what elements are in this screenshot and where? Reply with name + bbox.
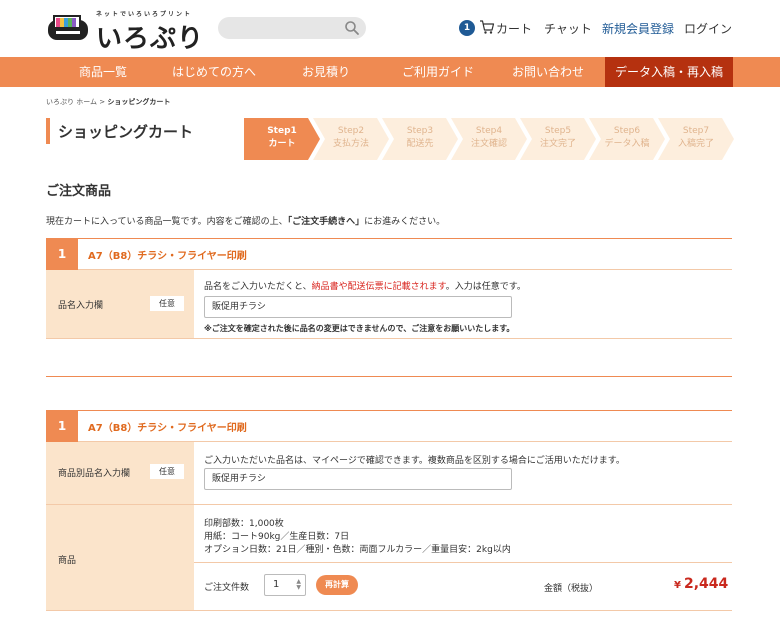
page-title: ショッピングカート (58, 123, 194, 141)
optional-badge: 任意 (150, 464, 184, 479)
step-1: Step1 カート (244, 118, 320, 160)
spinner-arrows-icon[interactable]: ▲ ▼ (296, 579, 301, 591)
step-number: Step5 (544, 126, 572, 136)
help-text-emphasis: 納品書や配送伝票に記載されます (311, 282, 446, 292)
item-number: 1 (46, 411, 78, 442)
divider (194, 562, 732, 563)
nav-item-estimate[interactable]: お見積り (282, 57, 370, 87)
step-label: 注文完了 (539, 139, 576, 149)
register-link[interactable]: 新規会員登録 (602, 20, 674, 37)
step-label: カート (268, 139, 296, 149)
cart-link[interactable]: カート (496, 20, 532, 37)
cart-count-badge: 1 (459, 20, 475, 36)
intro-text: 現在カートに入っている商品一覧です。内容をご確認の上、「ご注文手続きへ」にお進み… (46, 214, 445, 227)
cart-item-1: 1 A7（B8）チラシ・フライヤー印刷 品名入力欄 任意 品名をご入力いただくと… (46, 238, 732, 378)
breadcrumb-home[interactable]: いろぷり ホーム (46, 98, 97, 106)
step-number: Step7 (682, 126, 710, 136)
divider (46, 376, 732, 377)
item-number: 1 (46, 239, 78, 270)
item-header: 1 A7（B8）チラシ・フライヤー印刷 (46, 410, 732, 442)
site-header: ネットでいろいろプリント いろぷり 1 カート チャット 新規会員登録 ログイン (0, 0, 780, 56)
step-5: Step5 注文完了 (520, 118, 596, 160)
product-name-input[interactable]: 販促用チラシ (204, 468, 512, 490)
nav-item-beginners[interactable]: はじめての方へ (158, 57, 270, 87)
help-text: 。入力は任意です。 (445, 282, 526, 292)
item-name-input[interactable]: 販促用チラシ (204, 296, 512, 318)
product-name-field-cell: ご入力いただいた品名は、マイページで確認できます。複数商品を区別する場合にご活用… (194, 442, 732, 504)
optional-badge: 任意 (150, 296, 184, 311)
cart-icon[interactable] (479, 19, 495, 35)
product-label-cell: 商品 (46, 505, 194, 610)
spec-line: 用紙：コート90kg／生産日数：7日 (204, 532, 350, 542)
cart-item-2: 1 A7（B8）チラシ・フライヤー印刷 商品別品名入力欄 任意 ご入力いただいた… (46, 410, 732, 620)
item-header: 1 A7（B8）チラシ・フライヤー印刷 (46, 238, 732, 270)
intro-after: にお進みください。 (364, 217, 446, 227)
nav-item-guide[interactable]: ご利用ガイド (384, 57, 492, 87)
item-title: A7（B8）チラシ・フライヤー印刷 (88, 251, 247, 262)
step-label: データ入稿 (604, 139, 650, 149)
product-detail-cell: 印刷部数：1,000枚 用紙：コート90kg／生産日数：7日 オプション日数：2… (194, 505, 732, 610)
step-4: Step4 注文確認 (451, 118, 527, 160)
intro-before: 現在カートに入っている商品一覧です。内容をご確認の上、 (46, 217, 288, 227)
price-value: 2,444 (683, 576, 729, 592)
step-number: Step2 (337, 126, 365, 136)
divider (46, 338, 732, 339)
step-label: 配送先 (406, 139, 434, 149)
search-input[interactable] (218, 17, 366, 39)
main-nav: 商品一覧 はじめての方へ お見積り ご利用ガイド お問い合わせ データ入稿・再入… (0, 57, 780, 87)
step-label: 支払方法 (332, 139, 369, 149)
price: ¥2,444 (674, 576, 728, 592)
step-6: Step6 データ入稿 (589, 118, 665, 160)
printer-logo-icon (48, 15, 88, 40)
spec-line: オプション日数：21日／種別・色数：両面フルカラー／重量目安：2kg以内 (204, 545, 511, 555)
logo-text: いろぷり (96, 24, 205, 54)
product-name-label: 商品別品名入力欄 (58, 469, 131, 479)
step-label: 注文確認 (470, 139, 507, 149)
logo-tagline: ネットでいろいろプリント (96, 11, 193, 18)
item-name-label: 品名入力欄 (58, 301, 104, 311)
search-icon[interactable] (344, 20, 360, 36)
product-label: 商品 (58, 556, 77, 566)
step-7: Step7 入稿完了 (658, 118, 734, 160)
item-title: A7（B8）チラシ・フライヤー印刷 (88, 423, 247, 434)
item-name-field-cell: 品名をご入力いただくと、納品書や配送伝票に記載されます。入力は任意です。 販促用… (194, 270, 732, 338)
chat-link[interactable]: チャット (544, 20, 592, 37)
spec-line: 印刷部数：1,000枚 (204, 519, 284, 529)
site-logo[interactable]: ネットでいろいろプリント いろぷり (46, 8, 204, 54)
nav-item-products[interactable]: 商品一覧 (60, 57, 146, 87)
step-label: 入稿完了 (677, 139, 714, 149)
step-number: Step6 (613, 126, 641, 136)
recalculate-button[interactable]: 再計算 (316, 575, 358, 595)
product-name-help: ご入力いただいた品名は、マイページで確認できます。複数商品を区別する場合にご活用… (204, 456, 625, 466)
divider (46, 610, 732, 611)
item-name-label-cell: 品名入力欄 任意 (46, 270, 194, 338)
currency-symbol: ¥ (674, 580, 681, 591)
step-number: Step1 (267, 126, 297, 136)
checkout-steps: Step1 カート Step2 支払方法 Step3 配送先 Step4 注文確… (244, 118, 734, 160)
quantity-stepper[interactable]: 1 ▲ ▼ (264, 574, 306, 596)
nav-item-data-upload[interactable]: データ入稿・再入稿 (605, 57, 733, 87)
step-3: Step3 配送先 (382, 118, 458, 160)
intro-emphasis: 「ご注文手続きへ」 (287, 217, 365, 227)
step-number: Step4 (475, 126, 503, 136)
nav-item-contact[interactable]: お問い合わせ (500, 57, 596, 87)
quantity-value: 1 (273, 579, 280, 590)
price-label: 金額（税抜） (544, 584, 599, 594)
step-2: Step2 支払方法 (313, 118, 389, 160)
breadcrumb-separator: > (97, 98, 108, 106)
item-name-help: 品名をご入力いただくと、納品書や配送伝票に記載されます。入力は任意です。 (204, 279, 526, 292)
breadcrumb: いろぷり ホーム > ショッピングカート (46, 97, 170, 107)
item-name-note: ※ご注文を確定された後に品名の変更はできませんので、ご注意をお願いいたします。 (204, 324, 515, 333)
step-number: Step3 (406, 126, 434, 136)
page-title-accent (46, 118, 50, 144)
product-name-label-cell: 商品別品名入力欄 任意 (46, 442, 194, 504)
help-text: 品名をご入力いただくと、 (204, 282, 312, 292)
login-link[interactable]: ログイン (684, 20, 732, 37)
quantity-label: ご注文件数 (204, 583, 250, 593)
breadcrumb-current: ショッピングカート (107, 98, 171, 106)
section-title: ご注文商品 (46, 184, 112, 199)
